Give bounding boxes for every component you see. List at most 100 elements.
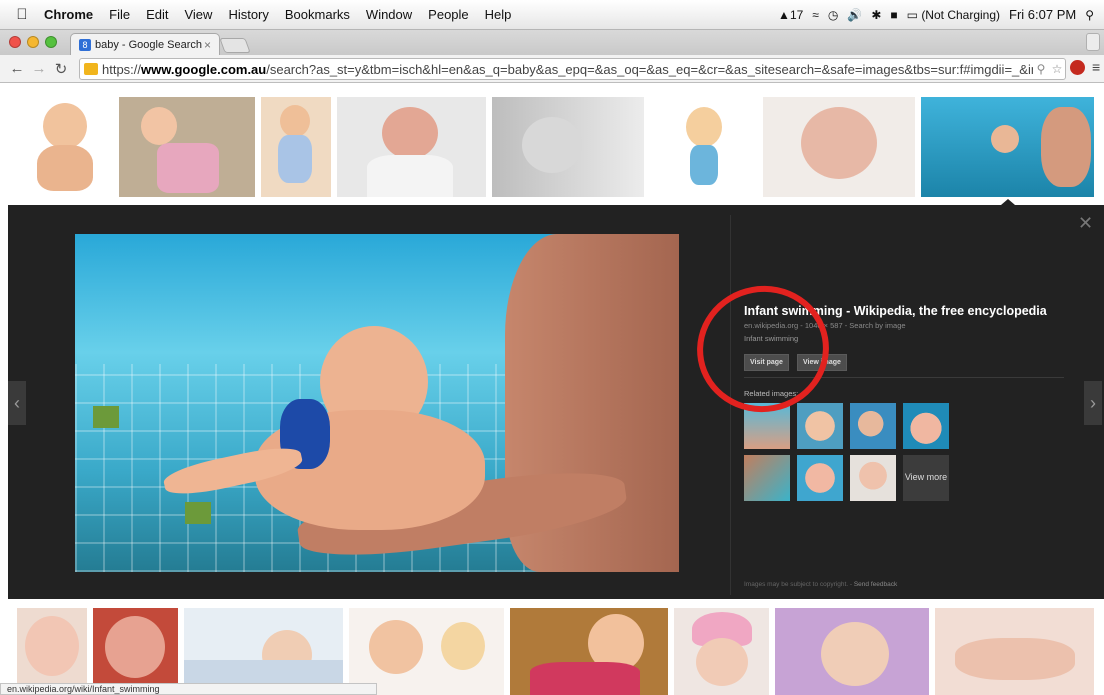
- status-menus: ▲17 ≈ ◷ 🔊 ✱ ■ ▭ (Not Charging) Fri 6:07 …: [778, 7, 1104, 22]
- tab-baby-search[interactable]: 8 baby - Google Search ×: [70, 33, 220, 56]
- result-thumbnail[interactable]: [492, 97, 644, 197]
- tab-title: baby - Google Search: [95, 39, 203, 51]
- apple-icon[interactable]: : [8, 6, 36, 23]
- image-preview-panel: ✕ ‹ › Infant swimming - Wikipedia, the f…: [8, 205, 1104, 599]
- menu-app-chrome[interactable]: Chrome: [36, 7, 101, 22]
- result-thumbnail-selected[interactable]: [921, 97, 1094, 197]
- close-preview-icon[interactable]: ✕: [1078, 213, 1093, 234]
- menu-view[interactable]: View: [176, 7, 220, 22]
- zoom-window-button[interactable]: [45, 36, 57, 48]
- menu-history[interactable]: History: [220, 7, 276, 22]
- url-scheme: https://: [102, 61, 142, 77]
- result-thumbnail[interactable]: [650, 97, 757, 197]
- bookmark-star-icon[interactable]: ☆: [1049, 62, 1065, 76]
- menu-help[interactable]: Help: [477, 7, 520, 22]
- url-text[interactable]: https://www.google.com.au/search?as_st=y…: [102, 62, 1033, 77]
- baby-onesie: [278, 135, 312, 183]
- baby-body: [37, 145, 93, 191]
- image-results-page: ✕ ‹ › Infant swimming - Wikipedia, the f…: [0, 84, 1104, 695]
- next-image-button[interactable]: ›: [1084, 381, 1102, 425]
- related-image[interactable]: [850, 455, 896, 501]
- doll-figure: [441, 622, 485, 670]
- view-more-button[interactable]: View more: [903, 455, 949, 501]
- result-thumbnail[interactable]: [775, 608, 929, 695]
- new-tab-button[interactable]: [219, 38, 251, 53]
- result-thumbnail[interactable]: [17, 97, 113, 197]
- previous-image-button[interactable]: ‹: [8, 381, 26, 425]
- result-thumbnail[interactable]: [349, 608, 504, 695]
- copyright-note: Images may be subject to copyright. - Se…: [744, 581, 898, 588]
- baby-shirt: [367, 155, 453, 197]
- result-thumbnail[interactable]: [93, 608, 178, 695]
- baby-figure: [382, 107, 438, 159]
- tab-close-icon[interactable]: ×: [204, 38, 211, 52]
- pool-tile-green: [185, 502, 211, 524]
- battery-status[interactable]: ▭ (Not Charging): [907, 8, 1000, 22]
- result-thumbnail[interactable]: [510, 608, 668, 695]
- related-image[interactable]: [797, 455, 843, 501]
- wifi-icon[interactable]: ≈: [812, 8, 819, 22]
- result-thumbnail[interactable]: [674, 608, 769, 695]
- baby-outfit: [530, 662, 640, 695]
- baby-figure: [105, 616, 165, 678]
- minimize-window-button[interactable]: [27, 36, 39, 48]
- back-arrow-icon[interactable]: ←: [6, 60, 28, 77]
- baby-figure: [696, 638, 748, 686]
- result-thumbnail[interactable]: [337, 97, 486, 197]
- preview-image[interactable]: [75, 234, 679, 572]
- menu-edit[interactable]: Edit: [138, 7, 176, 22]
- reload-icon[interactable]: ↻: [50, 60, 72, 78]
- copyright-text: Images may be subject to copyright.: [744, 581, 849, 588]
- result-thumbnail[interactable]: [184, 608, 343, 695]
- menu-window[interactable]: Window: [358, 7, 420, 22]
- result-thumbnail[interactable]: [17, 608, 87, 695]
- url-host: www.google.com.au: [141, 61, 267, 77]
- extension-icon[interactable]: [1070, 60, 1085, 75]
- browser-toolbar: ← → ↻ https://www.google.com.au/search?a…: [0, 55, 1104, 83]
- baby-feet: [955, 638, 1075, 680]
- profile-button[interactable]: [1086, 33, 1100, 51]
- pool-tile-green: [93, 406, 119, 428]
- result-thumbnail[interactable]: [935, 608, 1094, 695]
- volume-icon[interactable]: 🔊: [847, 8, 862, 22]
- security-icon[interactable]: [84, 63, 98, 75]
- baby-figure: [280, 105, 310, 137]
- bib: [157, 143, 219, 193]
- menu-bookmarks[interactable]: Bookmarks: [277, 7, 358, 22]
- baby-body: [690, 145, 718, 185]
- baby-figure: [369, 620, 423, 674]
- menu-people[interactable]: People: [420, 7, 476, 22]
- baby-figure: [25, 616, 79, 676]
- adult-arm: [1041, 107, 1091, 187]
- battery-text: (Not Charging): [921, 7, 1001, 22]
- spotlight-icon[interactable]: ⚲: [1085, 8, 1094, 22]
- url-path: /search?as_st=y&tbm=isch&hl=en&as_q=baby…: [266, 61, 1033, 77]
- related-image[interactable]: [903, 403, 949, 449]
- time-machine-icon[interactable]: ◷: [828, 8, 838, 22]
- adobe-count: 17: [789, 7, 804, 22]
- baby-figure: [991, 125, 1019, 153]
- keyboard-icon[interactable]: ■: [890, 8, 897, 22]
- result-thumbnail[interactable]: [119, 97, 255, 197]
- send-feedback-link[interactable]: Send feedback: [854, 581, 897, 588]
- baby-figure: [686, 107, 722, 147]
- link-status-bar: en.wikipedia.org/wiki/Infant_swimming: [0, 683, 377, 695]
- forward-arrow-icon[interactable]: →: [28, 60, 50, 77]
- google-favicon-icon: 8: [79, 39, 91, 51]
- baby-figure: [821, 622, 889, 686]
- result-thumbnail[interactable]: [261, 97, 331, 197]
- adobe-icon[interactable]: ▲17: [778, 8, 803, 22]
- chrome-menu-icon[interactable]: ≡: [1092, 59, 1100, 75]
- related-image[interactable]: [797, 403, 843, 449]
- baby-figure: [43, 103, 87, 149]
- macos-menubar:  Chrome File Edit View History Bookmark…: [0, 0, 1104, 30]
- result-thumbnail[interactable]: [763, 97, 915, 197]
- menubar-clock[interactable]: Fri 6:07 PM: [1009, 7, 1076, 22]
- close-window-button[interactable]: [9, 36, 21, 48]
- related-image[interactable]: [744, 455, 790, 501]
- address-bar[interactable]: https://www.google.com.au/search?as_st=y…: [79, 58, 1066, 80]
- bluetooth-icon[interactable]: ✱: [871, 8, 881, 22]
- menu-file[interactable]: File: [101, 7, 138, 22]
- search-icon[interactable]: ⚲: [1033, 62, 1049, 76]
- related-image[interactable]: [850, 403, 896, 449]
